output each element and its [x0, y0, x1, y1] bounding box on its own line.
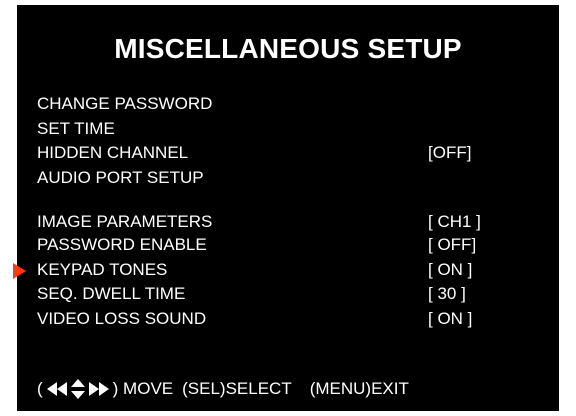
footer-move-label: ) MOVE	[112, 379, 174, 398]
menu-item-label: HIDDEN CHANNEL	[37, 143, 189, 162]
menu-item-keypad-tones[interactable]: KEYPAD TONES [ ON ]	[13, 259, 559, 281]
menu-item-seq-dwell-time[interactable]: SEQ. DWELL TIME [ 30 ]	[17, 283, 559, 305]
menu-item-label: SEQ. DWELL TIME	[37, 284, 186, 303]
menu-item-label: IMAGE PARAMETERS	[37, 212, 213, 231]
menu-item-value: [ 30 ]	[428, 284, 466, 303]
menu-item-value: [OFF]	[428, 143, 472, 162]
menu-item-label: SET TIME	[37, 119, 115, 138]
key-help-bar: ( ) MOVE (SEL)SELECT (MENU)EXIT	[37, 377, 409, 401]
menu-item-video-loss-sound[interactable]: VIDEO LOSS SOUND [ ON ]	[17, 308, 559, 330]
selection-pointer-icon	[13, 263, 26, 279]
menu-item-label: VIDEO LOSS SOUND	[37, 309, 207, 328]
menu-item-change-password[interactable]: CHANGE PASSWORD	[17, 93, 559, 115]
menu-item-image-parameters[interactable]: IMAGE PARAMETERS [ CH1 ]	[17, 211, 559, 233]
footer-exit-label: (MENU)EXIT	[309, 379, 409, 398]
left-right-up-down-arrows-icon	[46, 378, 109, 400]
osd-menu-panel: MISCELLANEOUS SETUP CHANGE PASSWORD SET …	[13, 5, 559, 411]
menu-title: MISCELLANEOUS SETUP	[114, 33, 462, 64]
menu-item-label: PASSWORD ENABLE	[37, 235, 207, 254]
menu-item-label: KEYPAD TONES	[37, 260, 168, 279]
footer-open-paren: (	[37, 379, 43, 398]
menu-item-value: [ ON ]	[428, 309, 473, 328]
menu-item-audio-port-setup[interactable]: AUDIO PORT SETUP	[17, 167, 559, 189]
menu-item-label: CHANGE PASSWORD	[37, 94, 213, 113]
menu-item-hidden-channel[interactable]: HIDDEN CHANNEL [OFF]	[17, 142, 559, 164]
menu-item-password-enable[interactable]: PASSWORD ENABLE [ OFF]	[17, 234, 559, 256]
screen: MISCELLANEOUS SETUP CHANGE PASSWORD SET …	[0, 0, 576, 416]
menu-item-set-time[interactable]: SET TIME	[17, 118, 559, 140]
menu-item-value: [ OFF]	[428, 235, 477, 254]
menu-item-value: [ ON ]	[428, 260, 473, 279]
menu-item-value: [ CH1 ]	[428, 212, 481, 231]
footer-select-label: (SEL)SELECT	[182, 379, 292, 398]
menu-item-label: AUDIO PORT SETUP	[37, 168, 204, 187]
